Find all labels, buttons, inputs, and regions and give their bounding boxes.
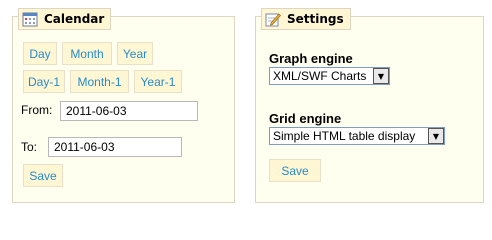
- day-minus-1-button[interactable]: Day-1: [23, 70, 65, 93]
- calendar-panel: Calendar Day Month Year Day-1 Month-1 Ye…: [12, 8, 235, 203]
- from-date-input[interactable]: 2011-06-03: [60, 101, 198, 121]
- graph-engine-value: XML/SWF Charts: [273, 69, 367, 83]
- chevron-down-icon[interactable]: ▼: [428, 128, 444, 144]
- calendar-icon: [22, 11, 38, 27]
- year-button[interactable]: Year: [117, 42, 153, 65]
- calendar-panel-header: Calendar: [18, 8, 112, 30]
- graph-engine-select[interactable]: XML/SWF Charts ▼: [269, 67, 390, 85]
- month-minus-1-button[interactable]: Month-1: [70, 70, 129, 93]
- settings-panel: Settings Graph engine XML/SWF Charts ▼ G…: [255, 8, 484, 203]
- month-button[interactable]: Month: [62, 42, 112, 65]
- settings-pencil-icon: [265, 11, 281, 27]
- year-minus-1-button[interactable]: Year-1: [134, 70, 182, 93]
- from-label: From:: [21, 103, 53, 117]
- grid-engine-label: Grid engine: [269, 111, 342, 126]
- calendar-save-button[interactable]: Save: [23, 164, 63, 187]
- grid-engine-select[interactable]: Simple HTML table display ▼: [269, 127, 445, 145]
- chevron-down-icon[interactable]: ▼: [373, 68, 389, 84]
- grid-engine-value: Simple HTML table display: [273, 129, 416, 143]
- settings-title: Settings: [287, 12, 344, 26]
- day-button[interactable]: Day: [23, 42, 57, 65]
- to-date-input[interactable]: 2011-06-03: [48, 137, 182, 157]
- graph-engine-label: Graph engine: [269, 51, 353, 66]
- calendar-title: Calendar: [44, 12, 105, 26]
- to-label: To:: [21, 140, 38, 154]
- settings-save-button[interactable]: Save: [269, 159, 321, 182]
- settings-panel-header: Settings: [261, 8, 351, 30]
